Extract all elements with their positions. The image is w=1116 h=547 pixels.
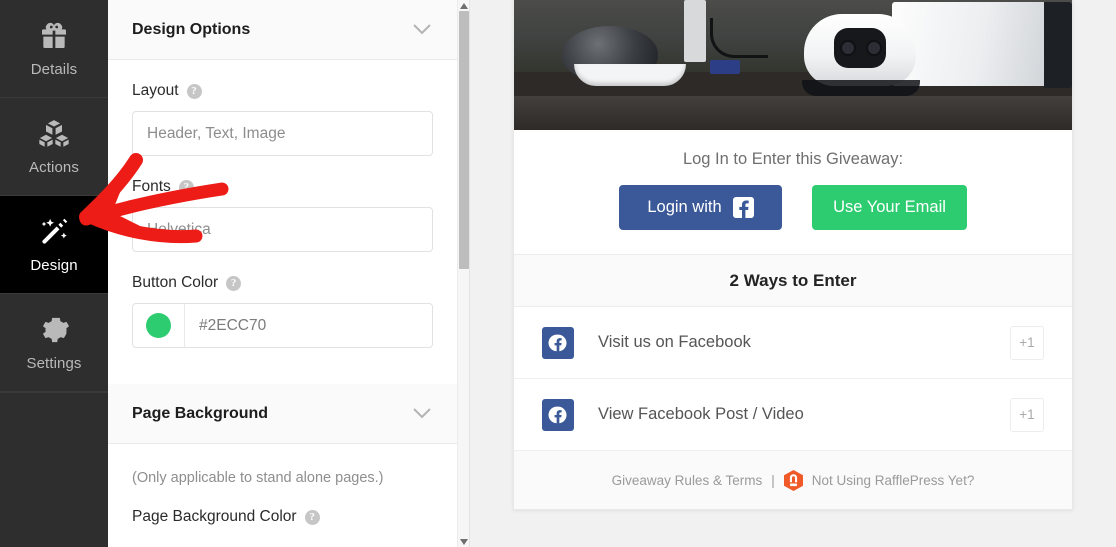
login-with-facebook-button[interactable]: Login with: [619, 185, 782, 230]
page-background-color-label: Page Background Color: [132, 508, 297, 525]
entry-action-row[interactable]: View Facebook Post / Video +1: [514, 379, 1072, 451]
button-color-field: Button Color ? #2ECC70: [132, 252, 433, 348]
facebook-icon: [542, 326, 574, 359]
scroll-up-arrow-icon[interactable]: [458, 0, 469, 11]
gift-icon: [38, 20, 70, 52]
button-color-swatch-cell[interactable]: [133, 304, 185, 347]
entry-action-label: View Facebook Post / Video: [598, 405, 804, 423]
button-color-label-row: Button Color ?: [132, 274, 433, 292]
sidebar-item-actions[interactable]: Actions: [0, 98, 108, 196]
help-icon[interactable]: ?: [178, 179, 194, 195]
login-with-facebook-label: Login with: [647, 198, 722, 216]
chevron-down-icon[interactable]: [413, 408, 431, 419]
sidebar-item-label: Details: [30, 60, 78, 78]
page-background-color-field: Page Background Color ?: [132, 486, 433, 526]
sidebar-item-label: Actions: [29, 158, 79, 176]
login-prompt: Log In to Enter this Giveaway:: [682, 150, 904, 168]
design-options-title: Design Options: [132, 20, 251, 38]
sidebar-item-label: Settings: [26, 354, 82, 372]
page-background-note: (Only applicable to stand alone pages.): [132, 470, 384, 486]
hero-console-side: [1044, 2, 1072, 88]
entry-points-badge: +1: [1010, 325, 1044, 360]
page-background-color-label-row: Page Background Color ?: [132, 508, 433, 526]
entry-points-badge: +1: [1010, 397, 1044, 432]
hero-controller-stick-left: [840, 40, 856, 56]
layout-select[interactable]: Header, Text, Image: [132, 111, 433, 156]
sidebar-item-settings[interactable]: Settings: [0, 294, 108, 392]
sidebar-item-label: Design: [30, 256, 78, 274]
fonts-field: Fonts ? Helvetica: [132, 156, 433, 252]
ways-to-enter-title: 2 Ways to Enter: [729, 270, 857, 290]
giveaway-preview-area: Log In to Enter this Giveaway: Login wit…: [470, 0, 1116, 547]
facebook-icon: [732, 197, 754, 218]
page-background-body: (Only applicable to stand alone pages.) …: [108, 444, 457, 526]
widget-footer: Giveaway Rules & Terms | Not Using Raffl…: [514, 451, 1072, 509]
use-your-email-button[interactable]: Use Your Email: [812, 185, 967, 230]
entry-action-label: Visit us on Facebook: [598, 333, 751, 351]
sidebar-item-details[interactable]: Details: [0, 0, 108, 98]
sidebar-filler: [0, 392, 108, 547]
fonts-label-row: Fonts ?: [132, 178, 433, 196]
design-options-section-header[interactable]: Design Options: [108, 0, 457, 60]
fonts-value: Helvetica: [147, 220, 211, 238]
rafflepress-logo-icon: [783, 469, 803, 491]
help-icon[interactable]: ?: [304, 509, 320, 525]
sidebar-item-design[interactable]: Design: [0, 196, 108, 294]
gear-icon: [38, 314, 70, 346]
panel-scrollbar[interactable]: [457, 0, 469, 547]
hero-cable: [710, 18, 768, 58]
help-icon[interactable]: ?: [186, 83, 202, 99]
login-block: Log In to Enter this Giveaway: Login wit…: [514, 130, 1072, 255]
login-button-row: Login with Use Your Email: [514, 185, 1072, 230]
giveaway-hero-image: [514, 0, 1072, 130]
fonts-label: Fonts: [132, 178, 171, 195]
button-color-label: Button Color: [132, 274, 219, 291]
blocks-icon: [38, 118, 70, 150]
design-settings-panel: Design Options Layout ? Header, Text, Im…: [108, 0, 470, 547]
hero-headset-band: [574, 64, 686, 86]
hero-console: [892, 2, 1052, 86]
scrollbar-thumb[interactable]: [459, 11, 469, 269]
button-color-picker[interactable]: #2ECC70: [132, 303, 433, 348]
layout-label: Layout: [132, 82, 179, 99]
hero-desk-reflection: [514, 96, 1072, 130]
page-background-title: Page Background: [132, 404, 269, 422]
design-options-body: Layout ? Header, Text, Image Fonts ? Hel…: [108, 60, 457, 384]
builder-sidebar: Details Actions Design Settings: [0, 0, 108, 547]
design-settings-scroll-content: Design Options Layout ? Header, Text, Im…: [108, 0, 457, 547]
hero-controller-base: [802, 80, 920, 96]
layout-label-row: Layout ?: [132, 82, 433, 100]
hero-usb-stick: [710, 60, 740, 74]
footer-separator: |: [771, 472, 775, 488]
fonts-select[interactable]: Helvetica: [132, 207, 433, 252]
button-color-value[interactable]: #2ECC70: [185, 304, 432, 347]
layout-value: Header, Text, Image: [147, 124, 286, 142]
chevron-down-icon[interactable]: [413, 24, 431, 35]
hero-controller-stick-right: [866, 40, 882, 56]
rafflepress-giveaway-builder: Details Actions Design Settings Design O…: [0, 0, 1116, 547]
scroll-down-arrow-icon[interactable]: [458, 536, 469, 547]
design-wand-icon: [38, 216, 70, 248]
giveaway-rules-link[interactable]: Giveaway Rules & Terms: [612, 473, 763, 488]
entry-action-row[interactable]: Visit us on Facebook +1: [514, 307, 1072, 379]
hero-monitor-stand: [684, 0, 706, 62]
not-using-rafflepress-link[interactable]: Not Using RafflePress Yet?: [812, 473, 975, 488]
facebook-icon: [542, 398, 574, 431]
ways-to-enter-band: 2 Ways to Enter: [514, 255, 1072, 307]
page-background-section-header[interactable]: Page Background: [108, 384, 457, 444]
giveaway-widget: Log In to Enter this Giveaway: Login wit…: [513, 0, 1073, 510]
help-icon[interactable]: ?: [226, 275, 242, 291]
color-swatch: [146, 313, 171, 338]
layout-field: Layout ? Header, Text, Image: [132, 60, 433, 156]
use-your-email-label: Use Your Email: [833, 198, 946, 216]
